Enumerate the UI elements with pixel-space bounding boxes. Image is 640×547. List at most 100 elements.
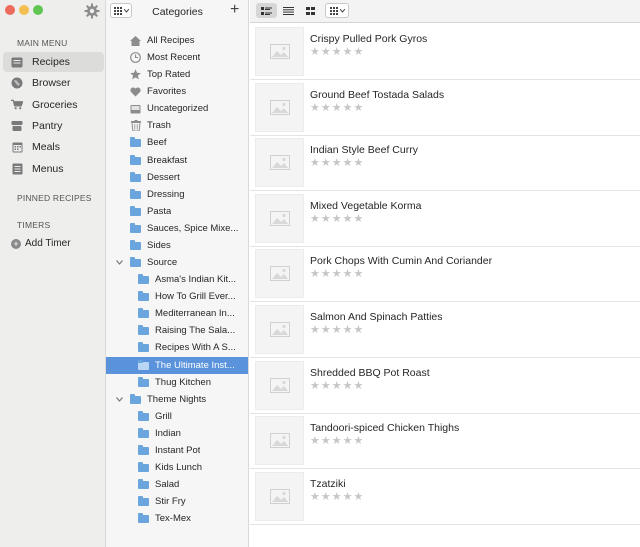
disclosure-chevron-down-icon[interactable] [115,395,123,404]
grid-view-button[interactable] [300,3,321,18]
category-row[interactable]: Top Rated [106,66,248,83]
category-row[interactable]: Trash [106,117,248,134]
category-row[interactable]: Indian [106,425,248,442]
star-rating[interactable]: ★ ★ ★ ★ ★ [310,102,364,114]
category-row[interactable]: Recipes With A S... [106,339,248,356]
star-icon[interactable]: ★ [321,158,331,169]
category-row[interactable]: Stir Fry [106,493,248,510]
star-icon[interactable]: ★ [343,325,353,336]
recipe-row[interactable]: Shredded BBQ Pot Roast ★ ★ ★ ★ ★ [250,358,640,414]
star-rating[interactable]: ★ ★ ★ ★ ★ [310,491,364,503]
category-row[interactable]: Favorites [106,83,248,100]
star-icon[interactable]: ★ [343,213,353,225]
category-row[interactable]: Mediterranean In... [106,305,248,322]
star-icon[interactable]: ★ [310,213,320,225]
category-row[interactable]: Uncategorized [106,100,248,117]
star-icon[interactable]: ★ [332,158,342,169]
category-row[interactable]: Grill [106,408,248,425]
star-icon[interactable]: ★ [321,436,331,447]
star-icon[interactable]: ★ [354,158,364,169]
star-icon[interactable]: ★ [332,102,342,114]
category-row[interactable]: Theme Nights [106,391,248,408]
star-rating[interactable]: ★ ★ ★ ★ ★ [310,269,363,280]
star-icon[interactable]: ★ [343,158,353,169]
star-icon[interactable]: ★ [321,213,331,225]
category-row[interactable]: Most Recent [106,49,248,66]
star-icon[interactable]: ★ [354,491,364,503]
sidebar-item-groceries[interactable]: Groceries [3,95,104,115]
star-icon[interactable]: ★ [354,213,364,225]
star-rating[interactable]: ★ ★ ★ ★ ★ [310,436,363,447]
star-icon[interactable]: ★ [354,269,364,280]
star-icon[interactable]: ★ [332,491,342,503]
recipe-row[interactable]: Mixed Vegetable Korma ★ ★ ★ ★ ★ [250,191,640,247]
category-row[interactable]: Kids Lunch [106,459,248,476]
category-row[interactable]: Dessert [106,169,248,186]
category-row[interactable]: Thug Kitchen [106,374,248,391]
recipe-row[interactable]: Ground Beef Tostada Salads ★ ★ ★ ★ ★ [250,80,640,136]
star-icon[interactable]: ★ [310,102,320,114]
recipe-row[interactable]: Crispy Pulled Pork Gyros ★ ★ ★ ★ ★ [250,24,640,80]
star-icon[interactable]: ★ [343,436,353,447]
star-icon[interactable]: ★ [321,102,331,114]
star-icon[interactable]: ★ [332,47,342,58]
category-row[interactable]: Asma's Indian Kit... [106,271,248,288]
star-icon[interactable]: ★ [310,380,320,392]
star-icon[interactable]: ★ [354,102,364,114]
star-icon[interactable]: ★ [310,269,320,280]
sidebar-item-recipes[interactable]: Recipes [3,52,104,72]
zoom-window-button[interactable] [33,5,43,15]
category-row[interactable]: Beef [106,134,248,151]
list-with-images-view-button[interactable] [256,3,277,18]
category-row[interactable]: Salad [106,476,248,493]
star-rating[interactable]: ★ ★ ★ ★ ★ [310,325,363,336]
star-icon[interactable]: ★ [321,380,331,392]
category-row[interactable]: Pasta [106,203,248,220]
star-icon[interactable]: ★ [332,213,342,225]
star-icon[interactable]: ★ [332,325,342,336]
star-icon[interactable]: ★ [321,269,331,280]
category-row[interactable]: Sauces, Spice Mixe... [106,220,248,237]
star-icon[interactable]: ★ [332,380,342,392]
sidebar-item-pantry[interactable]: Pantry [3,116,104,136]
star-icon[interactable]: ★ [321,47,331,58]
category-row[interactable]: Source [106,254,248,271]
category-row[interactable]: Breakfast [106,152,248,169]
sidebar-item-browser[interactable]: Browser [3,73,104,93]
category-row[interactable]: Tex-Mex [106,510,248,527]
star-rating[interactable]: ★ ★ ★ ★ ★ [310,47,363,58]
category-row[interactable]: Raising The Sala... [106,322,248,339]
disclosure-chevron-down-icon[interactable] [115,258,123,267]
sidebar-item-meals[interactable]: Meals [3,137,104,157]
star-rating[interactable]: ★ ★ ★ ★ ★ [310,213,364,225]
category-row[interactable]: Instant Pot [106,442,248,459]
gear-icon[interactable] [84,3,100,19]
star-icon[interactable]: ★ [310,436,320,447]
recipe-row[interactable]: Pork Chops With Cumin And Coriander ★ ★ ★ ★ ★ [250,246,640,303]
category-row[interactable]: Sides [106,237,248,254]
star-icon[interactable]: ★ [343,491,353,503]
star-icon[interactable]: ★ [310,325,320,336]
star-icon[interactable]: ★ [354,47,364,58]
close-window-button[interactable] [5,5,15,15]
category-row[interactable]: The Ultimate Inst... [106,356,248,374]
recipe-row[interactable]: Tzatziki ★ ★ ★ ★ ★ [250,469,640,525]
star-icon[interactable]: ★ [332,436,342,447]
add-timer-button[interactable]: + Add Timer [11,238,71,249]
star-icon[interactable]: ★ [321,325,331,336]
star-icon[interactable]: ★ [343,102,353,114]
add-category-button[interactable]: + [230,2,239,18]
star-icon[interactable]: ★ [343,269,353,280]
star-icon[interactable]: ★ [310,491,320,503]
recipe-row[interactable]: Tandoori-spiced Chicken Thighs ★ ★ ★ ★ ★ [250,413,640,470]
star-icon[interactable]: ★ [343,47,353,58]
plain-list-view-button[interactable] [278,3,299,18]
view-options-dropdown[interactable] [325,3,349,18]
star-icon[interactable]: ★ [332,269,342,280]
star-icon[interactable]: ★ [310,47,320,58]
category-row[interactable]: How To Grill Ever... [106,288,248,305]
recipe-row[interactable]: Indian Style Beef Curry ★ ★ ★ ★ ★ [250,135,640,192]
star-icon[interactable]: ★ [354,380,364,392]
category-row[interactable]: Dressing [106,186,248,203]
star-rating[interactable]: ★ ★ ★ ★ ★ [310,158,363,169]
